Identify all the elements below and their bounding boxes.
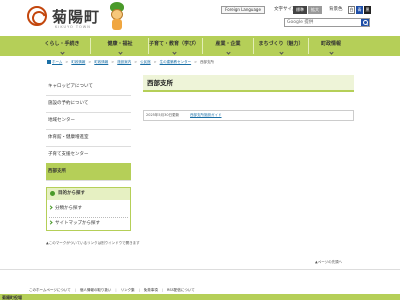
facility-guide-link[interactable]: 西部支所施設ガイド — [190, 111, 222, 120]
breadcrumb-item[interactable]: 町政情報 — [71, 59, 85, 66]
footer-separator: | — [115, 288, 117, 292]
chevron-down-icon — [117, 50, 123, 55]
footer-separator: | — [138, 288, 140, 292]
gnav-item-health[interactable]: 健康・福祉 — [97, 36, 143, 56]
footer-separator: | — [161, 288, 163, 292]
chevron-down-icon — [328, 50, 334, 55]
side-item-label: キャロッピアについて — [48, 84, 93, 89]
find-by-purpose-title: 目的から探す — [58, 191, 85, 196]
side-item-label: 地域センター — [48, 118, 75, 123]
side-item-reservation[interactable]: 施設の予約について — [46, 95, 131, 113]
find-icon — [50, 191, 55, 196]
find-by-category-link[interactable]: 分類から探す — [48, 202, 129, 216]
logo-subtitle: KIKUYO TOWN — [55, 25, 91, 29]
bgcolor-label: 背景色 — [329, 7, 343, 12]
footer-separator: | — [74, 288, 76, 292]
chevron-right-icon — [48, 219, 53, 225]
side-item-label: 体育館・健康増進室 — [48, 135, 89, 140]
external-window-note: ▲このマークがついているリンクは別ウインドウで開きます — [46, 241, 140, 245]
find-link-label: サイトマップから探す — [55, 221, 100, 226]
side-item-community-center[interactable]: 地域センター — [46, 112, 131, 130]
gnav-item-living[interactable]: くらし・手続き — [40, 36, 84, 56]
breadcrumb-separator: > — [88, 60, 92, 64]
gnav-item-administration[interactable]: 町政情報 — [311, 36, 351, 56]
search-placeholder: Google 提供 — [287, 20, 314, 25]
breadcrumb: ホーム > 町政情報 > 町政情報 > 施設案内 > 公民館 > 生の建築教センター > 西部支所 — [47, 59, 297, 66]
breadcrumb-item[interactable]: 生の建築教センター — [160, 59, 192, 66]
site-header: 菊陽町 KIKUYO TOWN Foreign Language 文字サイズ 標… — [0, 0, 400, 34]
chevron-right-icon — [48, 204, 53, 210]
updated-date: 2025年5月30日更新 — [146, 113, 180, 117]
breadcrumb-item[interactable]: 町政情報 — [94, 59, 108, 66]
breadcrumb-item[interactable]: 施設案内 — [117, 59, 131, 66]
foreign-language-button[interactable]: Foreign Language — [221, 6, 265, 14]
bgcolor-black-button[interactable]: 黒 — [364, 6, 371, 14]
search-icon[interactable] — [361, 19, 369, 26]
footer-link[interactable]: 個人情報の取り扱い — [80, 287, 112, 293]
breadcrumb-separator: > — [65, 60, 69, 64]
chevron-down-icon — [278, 50, 284, 55]
footer-band — [0, 294, 400, 300]
breadcrumb-separator: > — [194, 60, 198, 64]
home-icon — [47, 59, 51, 64]
page-title-text: 西部支所 — [147, 79, 173, 87]
site-logo[interactable]: 菊陽町 KIKUYO TOWN — [27, 2, 127, 32]
footer-link[interactable]: 免責事項 — [144, 287, 158, 293]
find-by-purpose-header: 目的から探す — [47, 188, 130, 200]
find-by-purpose-box: 目的から探す 分類から探す サイトマップから探す — [46, 187, 131, 231]
page-top-link[interactable]: ▲ページの先頭へ — [315, 259, 342, 265]
side-item-label: 西部支所 — [48, 169, 66, 174]
breadcrumb-separator: > — [111, 60, 115, 64]
info-row: 2025年5月30日更新 西部支所施設ガイド — [143, 110, 354, 121]
town-emblem-icon — [27, 6, 47, 26]
breadcrumb-item[interactable]: 公民館 — [140, 59, 151, 66]
side-item-gym[interactable]: 体育館・健康増進室 — [46, 129, 131, 147]
side-item-childcare[interactable]: 子育て支援センター — [46, 146, 131, 164]
side-item-label: 施設の予約について — [48, 101, 89, 106]
find-link-label: 分類から探す — [55, 206, 82, 211]
fontsize-standard-button[interactable]: 標準 — [293, 6, 307, 14]
side-nav: キャロッピアについて 施設の予約について 地域センター 体育館・健康増進室 子育… — [46, 78, 131, 181]
side-item-label: 子育て支援センター — [48, 152, 89, 157]
bgcolor-white-button[interactable]: 白 — [348, 6, 355, 14]
chevron-down-icon — [225, 50, 231, 55]
footer-link[interactable]: RSS配信について — [167, 287, 195, 293]
footer-links: このホームページについて | 個人情報の取り扱い | リンク集 | 免責事項 | RSS配信につ… — [29, 287, 199, 293]
page-title: 西部支所 — [143, 75, 354, 92]
gnav-item-education[interactable]: 子育て・教育（学び） — [148, 36, 200, 56]
find-by-sitemap-link[interactable]: サイトマップから探す — [48, 217, 129, 231]
chevron-down-icon — [59, 50, 65, 55]
gnav-item-townplanning[interactable]: まちづくり（魅力） — [255, 36, 307, 56]
fontsize-large-button[interactable]: 拡大 — [308, 6, 322, 14]
side-item-west-branch[interactable]: 西部支所 — [46, 163, 131, 181]
breadcrumb-separator: > — [153, 60, 157, 64]
breadcrumb-separator: > — [134, 60, 138, 64]
logo-title: 菊陽町 — [52, 8, 101, 26]
global-nav: くらし・手続き 健康・福祉 子育て・教育（学び） 産業・企業 まちづくり（魅力）… — [0, 36, 400, 56]
page: 菊陽町 KIKUYO TOWN Foreign Language 文字サイズ 標… — [0, 0, 400, 300]
chevron-down-icon — [171, 50, 177, 55]
footer-office-name: 菊陽町役場 — [2, 295, 22, 300]
footer-link[interactable]: リンク集 — [121, 287, 135, 293]
breadcrumb-current: 西部支所 — [200, 60, 215, 64]
gnav-item-industry[interactable]: 産業・企業 — [206, 36, 250, 56]
site-search-input[interactable]: Google 提供 — [284, 18, 370, 27]
side-item-carrotopia[interactable]: キャロッピアについて — [46, 78, 131, 96]
breadcrumb-item[interactable]: ホーム — [52, 59, 62, 66]
bgcolor-blue-button[interactable]: 青 — [356, 6, 363, 14]
mascot-icon — [107, 2, 127, 32]
footer-link[interactable]: このホームページについて — [29, 287, 71, 293]
